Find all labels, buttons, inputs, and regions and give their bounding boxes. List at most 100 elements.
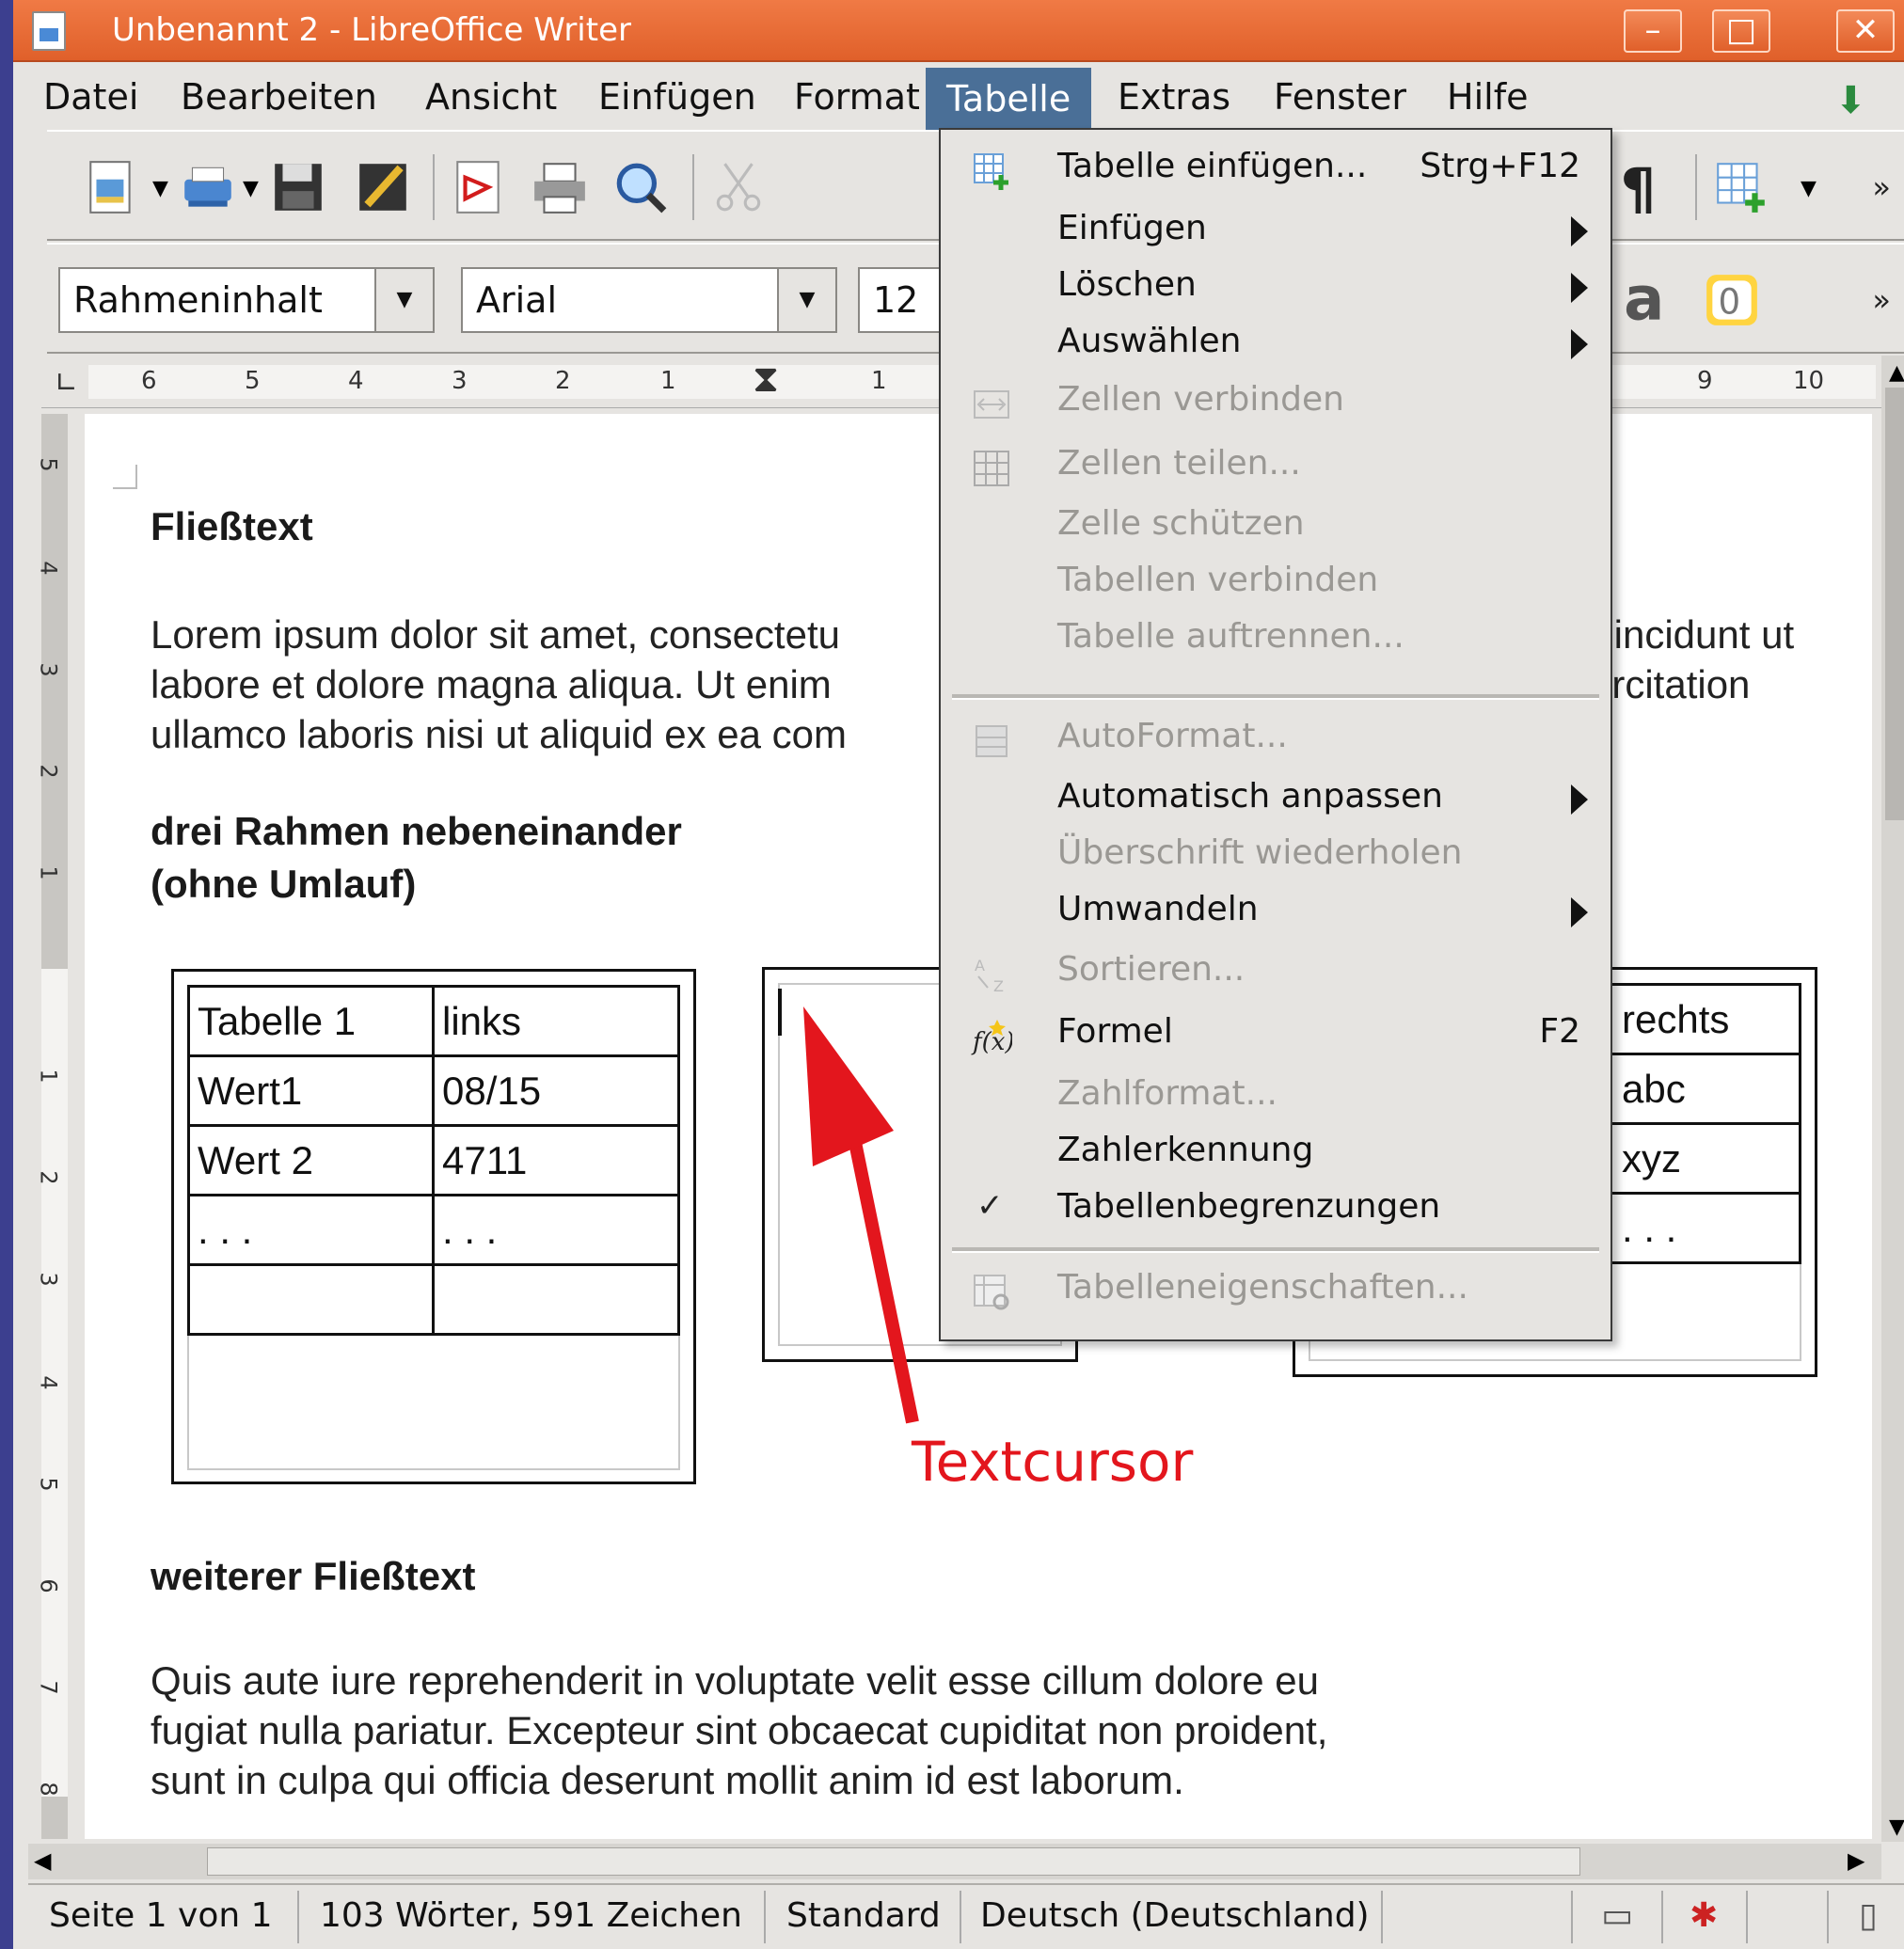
table-cell[interactable] [432,1263,680,1336]
menu-item-tabellen-verbinden[interactable]: Tabellen verbinden [941,559,1610,611]
menu-einfuegen[interactable]: Einfügen [585,71,770,122]
highlighting-icon[interactable]: 0 [1703,271,1761,329]
edit-file-icon[interactable] [354,158,412,216]
close-button[interactable]: ✕ [1836,9,1895,53]
text-boundary-corner [113,465,137,489]
table-cell[interactable]: Tabelle 1 [187,985,435,1057]
table-properties-icon [974,1275,1009,1310]
indent-marker-icon[interactable]: ⧗ [753,357,779,401]
menu-item-autoformat[interactable]: AutoFormat... [941,715,1610,768]
export-pdf-icon[interactable] [450,158,508,216]
maximize-button[interactable]: □ [1712,9,1770,53]
menu-item-tabelle-auftrennen[interactable]: Tabelle auftrennen... [941,615,1610,668]
single-page-view-icon[interactable]: ▯ [1859,1896,1878,1935]
ruler-number: 6 [141,367,157,395]
menu-item-tabellenbegrenzungen[interactable]: ✓ Tabellenbegrenzungen [941,1185,1610,1238]
menu-ansicht[interactable]: Ansicht [412,71,570,122]
print-icon[interactable] [531,158,589,216]
table-cell[interactable]: links [432,985,680,1057]
status-bar: Seite 1 von 1 103 Wörter, 591 Zeichen St… [28,1883,1904,1949]
menu-item-tabelleneigenschaften[interactable]: Tabelleneigenschaften... [941,1266,1610,1319]
ruler-number: 5 [35,1477,62,1492]
menu-item-loeschen[interactable]: Löschen [941,263,1610,316]
chevron-down-icon[interactable]: ▼ [374,269,433,331]
ruler-number: 2 [35,1170,62,1185]
horizontal-scroll-thumb[interactable] [207,1847,1580,1876]
heading-drei-rahmen: drei Rahmen nebeneinander [151,809,682,853]
status-page[interactable]: Seite 1 von 1 [49,1896,273,1935]
scroll-left-icon[interactable]: ◀ [34,1847,51,1874]
horizontal-scrollbar[interactable]: ◀ ▶ [28,1844,1881,1879]
table-cell[interactable]: Wert1 [187,1054,435,1127]
menu-item-auswaehlen[interactable]: Auswählen [941,320,1610,372]
new-document-icon[interactable] [83,158,141,216]
email-print-icon[interactable] [179,158,237,216]
toolbar-overflow-icon[interactable]: » [1872,169,1891,205]
menu-item-zellen-verbinden[interactable]: Zellen verbinden [941,378,1610,431]
annotation-label: Textcursor [912,1430,1194,1494]
vertical-scrollbar[interactable]: ▲ ▼ [1881,356,1904,1842]
save-icon[interactable] [269,158,327,216]
status-word-count[interactable]: 103 Wörter, 591 Zeichen [320,1896,742,1935]
scroll-up-icon[interactable]: ▲ [1889,361,1904,385]
status-language[interactable]: Deutsch (Deutschland) [980,1896,1370,1935]
vertical-ruler[interactable]: 5 4 3 2 1 1 2 3 4 5 6 7 8 [28,414,81,1839]
cut-icon[interactable] [709,158,768,216]
formula-icon: f(x) [971,1020,1012,1056]
table-dropdown-arrow[interactable]: ▼ [1801,177,1817,200]
font-size-combo[interactable]: 12 [858,267,943,333]
ruler-number: 7 [35,1680,62,1695]
ruler-number: 3 [452,367,468,395]
chevron-down-icon[interactable]: ▼ [777,269,835,331]
document-modified-icon[interactable]: ✱ [1690,1896,1718,1935]
ruler-number: 4 [35,1375,62,1390]
minimize-button[interactable]: – [1624,9,1682,53]
menu-separator [952,694,1599,700]
menu-datei[interactable]: Datei [30,71,151,122]
table-cell[interactable]: 4711 [432,1124,680,1196]
formatting-marks-icon[interactable]: ¶ [1610,158,1669,216]
table-cell[interactable]: . . . [432,1194,680,1266]
tab-type-icon[interactable]: ∟ [55,367,78,400]
font-name-combo[interactable]: Arial ▼ [461,267,837,333]
ruler-number: 8 [35,1782,62,1797]
insert-table-toolbar-icon[interactable] [1712,158,1770,216]
menu-item-tabelle-einfuegen[interactable]: Tabelle einfügen... Strg+F12 [941,145,1610,198]
print-dropdown-arrow[interactable]: ▼ [243,177,259,200]
menu-item-zelle-schuetzen[interactable]: Zelle schützen [941,502,1610,555]
scroll-down-icon[interactable]: ▼ [1889,1815,1904,1839]
menu-format[interactable]: Format [781,71,933,122]
font-color-icon[interactable]: a [1620,271,1678,329]
scroll-right-icon[interactable]: ▶ [1848,1847,1864,1874]
print-preview-icon[interactable] [611,158,670,216]
menu-hilfe[interactable]: Hilfe [1434,71,1541,122]
menu-item-umwandeln[interactable]: Umwandeln [941,888,1610,941]
menu-item-zellen-teilen[interactable]: Zellen teilen... [941,442,1610,495]
table-cell[interactable]: . . . [187,1194,435,1266]
menu-extras[interactable]: Extras [1104,71,1244,122]
menu-item-sortieren[interactable]: AZ Sortieren... [941,948,1610,1001]
menu-fenster[interactable]: Fenster [1261,71,1420,122]
new-dropdown-arrow[interactable]: ▼ [152,177,168,200]
menu-item-formel[interactable]: f(x) Formel F2 [941,1010,1610,1063]
paragraph-style-combo[interactable]: Rahmeninhalt ▼ [58,267,435,333]
table-cell[interactable]: Wert 2 [187,1124,435,1196]
toolbar-overflow-icon[interactable]: » [1872,282,1891,318]
table-left[interactable]: Tabelle 1 links Wert1 08/15 Wert 2 4711 . .… [187,985,680,1336]
insert-mode-icon[interactable]: ▭ [1601,1896,1633,1935]
menu-item-ueberschrift-wiederholen[interactable]: Überschrift wiederholen [941,832,1610,884]
menu-item-zahlformat[interactable]: Zahlformat... [941,1072,1610,1125]
menu-item-einfuegen[interactable]: Einfügen [941,207,1610,260]
menu-item-automatisch-anpassen[interactable]: Automatisch anpassen [941,775,1610,828]
table-cell[interactable]: 08/15 [432,1054,680,1127]
frame-left[interactable]: Tabelle 1 links Wert1 08/15 Wert 2 4711 . .… [171,969,696,1484]
menu-bearbeiten[interactable]: Bearbeiten [167,71,390,122]
svg-text:0: 0 [1719,280,1741,322]
menu-item-zahlerkennung[interactable]: Zahlerkennung [941,1129,1610,1181]
ruler-number: 4 [348,367,364,395]
menu-tabelle[interactable]: Tabelle [926,68,1092,130]
vertical-scroll-thumb[interactable] [1885,388,1904,820]
table-cell[interactable] [187,1263,435,1336]
status-page-style[interactable]: Standard [786,1896,941,1935]
update-download-icon[interactable]: ⬇ [1834,79,1866,122]
